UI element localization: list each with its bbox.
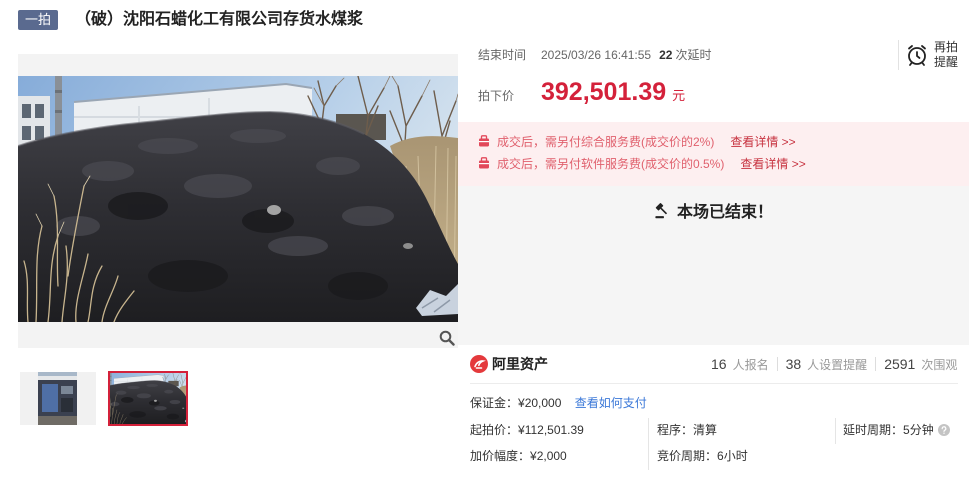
stat-signups: 16 人报名 bbox=[711, 356, 769, 373]
start-price-value: ¥112,501.39 bbox=[518, 423, 584, 437]
main-photo[interactable] bbox=[18, 76, 458, 322]
procedure: 程序：清算 bbox=[657, 423, 717, 438]
gavel-icon bbox=[655, 202, 668, 218]
reminder-label-line2: 提醒 bbox=[934, 55, 959, 69]
fee-notice-text: 成交后，需另付综合服务费(成交价的2%) bbox=[497, 134, 715, 149]
deposit-value: ¥20,000 bbox=[518, 396, 562, 410]
column-divider bbox=[648, 418, 649, 470]
stat-reminders: 38 人设置提醒 bbox=[786, 356, 868, 373]
delay-period-value: 5分钟 bbox=[903, 423, 934, 437]
final-price-row: 拍下价 392,501.39 元 bbox=[478, 78, 685, 107]
fee-notice-panel: 成交后，需另付综合服务费(成交价的2%) 查看详情 >> 成交后，需另付软件服务… bbox=[458, 122, 969, 186]
auction-status-panel: 本场已结束！ bbox=[458, 186, 969, 345]
procedure-value: 清算 bbox=[693, 423, 718, 437]
main-image-viewer[interactable] bbox=[18, 54, 458, 348]
brand-logo-link[interactable]: 阿里资产 bbox=[470, 355, 548, 373]
bid-increment-label: 加价幅度： bbox=[470, 449, 531, 463]
reminder-divider bbox=[898, 40, 899, 70]
delay-label: 次延时 bbox=[675, 48, 712, 62]
column-divider bbox=[835, 418, 836, 444]
final-price-value: 392,501.39 bbox=[541, 78, 667, 106]
auction-ended-text: 本场已结束！ bbox=[676, 204, 773, 221]
stat-divider bbox=[776, 357, 778, 371]
stat-label: 人报名 bbox=[732, 357, 769, 372]
auction-stats: 16 人报名 38 人设置提醒 2591 次围观 bbox=[711, 355, 957, 373]
fee-notice-text: 成交后，需另付软件服务费(成交价的0.5%) bbox=[497, 156, 725, 171]
delay-period-label: 延时周期： bbox=[843, 423, 904, 437]
delay-count: 22 bbox=[659, 48, 673, 62]
bid-increment-value: ¥2,000 bbox=[530, 449, 567, 463]
reminder-label-line1: 再拍 bbox=[934, 40, 959, 54]
procedure-label: 程序： bbox=[657, 423, 694, 437]
start-price: 起拍价：¥112,501.39 bbox=[470, 423, 584, 438]
section-divider bbox=[470, 383, 958, 384]
thumbnail-1-photo bbox=[38, 372, 77, 425]
fee-notice-2: 成交后，需另付软件服务费(成交价的0.5%) 查看详情 >> bbox=[478, 152, 969, 174]
ali-assets-logo-icon bbox=[470, 355, 488, 373]
fee-details-link[interactable]: 查看详情 >> bbox=[730, 133, 795, 150]
bidding-period: 竞价周期：6小时 bbox=[657, 449, 748, 464]
bidding-period-label: 竞价周期： bbox=[657, 449, 718, 463]
gift-icon bbox=[479, 157, 489, 169]
zoom-button[interactable] bbox=[437, 328, 457, 348]
bidding-period-value: 6小时 bbox=[717, 449, 748, 463]
stat-divider bbox=[875, 357, 877, 371]
end-time-row: 结束时间 2025/03/26 16:41:55 22 次延时 bbox=[478, 48, 711, 63]
delay-period: 延时周期：5分钟 bbox=[843, 423, 934, 438]
gift-icon bbox=[479, 135, 489, 147]
stat-count: 16 bbox=[711, 355, 727, 372]
magnifier-icon bbox=[439, 330, 455, 346]
stat-views: 2591 次围观 bbox=[884, 356, 957, 373]
thumbnail-2-selected[interactable] bbox=[108, 371, 188, 426]
final-price-label: 拍下价 bbox=[478, 89, 515, 103]
end-time-label: 结束时间 bbox=[478, 48, 527, 62]
auction-round-badge: 一拍 bbox=[18, 10, 58, 30]
final-price-unit: 元 bbox=[672, 88, 686, 103]
deposit-row: 保证金：¥20,000 查看如何支付 bbox=[470, 396, 647, 411]
question-icon[interactable] bbox=[938, 424, 950, 436]
bid-increment: 加价幅度：¥2,000 bbox=[470, 449, 567, 464]
fee-notice-1: 成交后，需另付综合服务费(成交价的2%) 查看详情 >> bbox=[478, 130, 969, 152]
thumbnail-1[interactable] bbox=[20, 372, 96, 425]
stat-count: 2591 bbox=[884, 355, 916, 372]
page-title: （破）沈阳石蜡化工有限公司存货水煤浆 bbox=[75, 11, 364, 28]
stat-label: 人设置提醒 bbox=[807, 357, 868, 372]
reminder-label: 再拍 提醒 bbox=[934, 40, 958, 70]
deposit-label: 保证金： bbox=[470, 396, 519, 410]
end-time-value: 2025/03/26 16:41:55 bbox=[541, 48, 652, 62]
alarm-clock-icon bbox=[908, 45, 926, 66]
brand-name: 阿里资产 bbox=[492, 356, 548, 372]
reminder-button[interactable]: 再拍 提醒 bbox=[905, 40, 961, 72]
stat-label: 次围观 bbox=[921, 357, 958, 372]
fee-details-link[interactable]: 查看详情 >> bbox=[740, 155, 805, 172]
auction-ended-message: 本场已结束！ bbox=[458, 198, 969, 222]
how-to-pay-link[interactable]: 查看如何支付 bbox=[575, 396, 647, 410]
stat-count: 38 bbox=[785, 355, 802, 372]
thumbnail-2-photo bbox=[110, 373, 186, 424]
start-price-label: 起拍价： bbox=[470, 423, 519, 437]
